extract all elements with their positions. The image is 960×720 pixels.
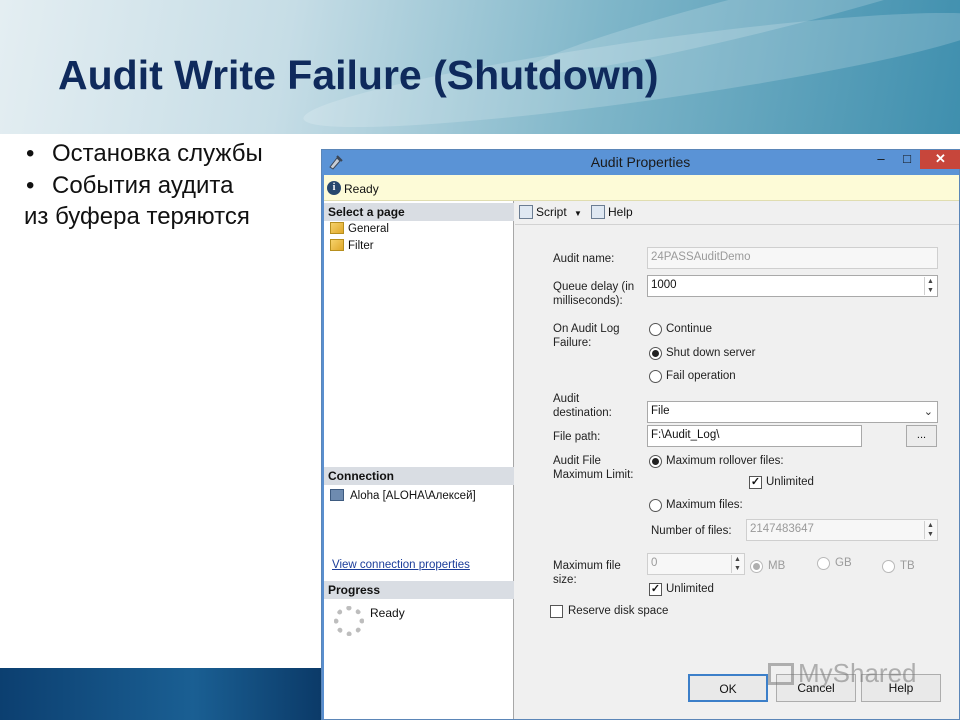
unlimited-checkbox[interactable]: ✓ <box>749 476 762 489</box>
toolbar: Script ▼ Help <box>515 201 959 225</box>
continue-radio[interactable] <box>649 323 662 336</box>
view-connection-properties-link[interactable]: View connection properties <box>332 559 470 571</box>
gb-label: GB <box>835 557 852 569</box>
max-rollover-label: Maximum rollover files: <box>666 455 784 467</box>
info-icon: i <box>327 181 341 195</box>
status-strip: i Ready <box>324 175 959 201</box>
gb-radio[interactable] <box>817 557 830 570</box>
audit-name-label: Audit name: <box>553 253 615 265</box>
ok-button[interactable]: OK <box>688 674 768 702</box>
file-path-label: File path: <box>553 431 601 443</box>
tb-radio[interactable] <box>882 560 895 573</box>
num-files-label: Number of files: <box>651 525 732 537</box>
destination-label-2: destination: <box>553 407 612 419</box>
fail-operation-radio[interactable] <box>649 370 662 383</box>
dialog-body: i Ready Select a page General Filter Con… <box>324 175 959 719</box>
reserve-disk-checkbox[interactable] <box>550 605 563 618</box>
max-size-label: Maximum file <box>553 560 621 572</box>
audit-name-field[interactable]: 24PASSAuditDemo <box>647 247 938 269</box>
chevron-down-icon: ⌄ <box>923 406 933 418</box>
on-failure-label-2: Failure: <box>553 337 592 349</box>
slide-title: Audit Write Failure (Shutdown) <box>58 52 659 98</box>
destination-label: Audit <box>553 393 580 405</box>
page-label: Filter <box>348 240 374 252</box>
reserve-disk-label: Reserve disk space <box>568 605 669 617</box>
page-label: General <box>348 223 389 235</box>
queue-delay-label: Queue delay (in <box>553 281 635 293</box>
help-label: Help <box>608 205 633 219</box>
server-icon <box>330 489 344 501</box>
audit-properties-dialog: Audit Properties – □ ✕ i Ready Select a … <box>321 149 960 720</box>
help-toolbar-button[interactable]: Help <box>591 205 633 219</box>
page-icon <box>330 239 344 251</box>
dialog-titlebar[interactable]: Audit Properties – □ ✕ <box>322 150 960 175</box>
browse-button[interactable]: ... <box>906 425 937 447</box>
bullet-continuation: из буфера теряются <box>24 203 250 230</box>
page-item-filter[interactable]: Filter <box>330 238 374 254</box>
unlimited-label: Unlimited <box>766 476 814 488</box>
mb-label: MB <box>768 560 786 572</box>
spinner-arrows-icon[interactable]: ▲ ▼ <box>924 277 936 295</box>
select-page-header: Select a page <box>324 203 514 221</box>
progress-header: Progress <box>324 581 514 599</box>
mb-radio[interactable] <box>750 560 763 573</box>
script-label: Script <box>536 205 567 219</box>
max-files-radio[interactable] <box>649 499 662 512</box>
size-unlimited-checkbox[interactable]: ✓ <box>649 583 662 596</box>
max-size-field[interactable]: 0 ▲ ▼ <box>647 553 745 575</box>
shutdown-server-label: Shut down server <box>666 347 756 359</box>
fail-operation-label: Fail operation <box>666 370 736 382</box>
max-size-value: 0 <box>651 557 658 569</box>
num-files-value: 2147483647 <box>750 523 814 535</box>
progress-spinner-icon <box>334 606 364 636</box>
close-button[interactable]: ✕ <box>920 150 960 169</box>
continue-label: Continue <box>666 323 713 335</box>
help-icon <box>591 205 605 219</box>
progress-status: Ready <box>370 606 405 620</box>
max-size-label-2: size: <box>553 574 577 586</box>
connection-label: Aloha [ALOHA\Алексей] <box>350 490 476 502</box>
page-item-general[interactable]: General <box>330 221 389 237</box>
slide-bullets: Остановка службы События аудита из буфер… <box>24 138 314 233</box>
max-rollover-radio[interactable] <box>649 455 662 468</box>
connection-header: Connection <box>324 467 514 485</box>
watermark: MyShared <box>768 658 917 689</box>
queue-delay-value: 1000 <box>651 279 677 291</box>
queue-delay-field[interactable]: 1000 ▲ ▼ <box>647 275 938 297</box>
page-icon <box>330 222 344 234</box>
shutdown-server-radio[interactable] <box>649 347 662 360</box>
spinner-arrows-icon[interactable]: ▲ ▼ <box>731 555 743 573</box>
maximize-button[interactable]: □ <box>894 150 920 169</box>
max-limit-label: Audit File <box>553 455 601 467</box>
minimize-button[interactable]: – <box>868 150 894 169</box>
script-button[interactable]: Script ▼ <box>519 205 582 219</box>
destination-value: File <box>651 405 670 417</box>
spinner-arrows-icon[interactable]: ▲ ▼ <box>924 521 936 539</box>
max-files-label: Maximum files: <box>666 499 743 511</box>
left-pane: Select a page General Filter Connection … <box>324 201 514 719</box>
dialog-title: Audit Properties <box>590 154 691 170</box>
slide-footer-band <box>0 668 322 720</box>
watermark-text: MyShared <box>798 658 917 688</box>
connection-item: Aloha [ALOHA\Алексей] <box>330 489 476 502</box>
bullet-item: События аудита <box>24 170 314 202</box>
watermark-logo-icon <box>768 663 794 685</box>
chevron-down-icon: ▼ <box>574 209 582 218</box>
num-files-field[interactable]: 2147483647 ▲ ▼ <box>746 519 938 541</box>
bullet-item: Остановка службы <box>24 138 314 170</box>
destination-select[interactable]: File ⌄ <box>647 401 938 423</box>
max-limit-label-2: Maximum Limit: <box>553 469 634 481</box>
general-page: Script ▼ Help Audit name: 24PASSAuditDem… <box>515 201 959 719</box>
script-icon <box>519 205 533 219</box>
file-path-field[interactable]: F:\Audit_Log\ <box>647 425 862 447</box>
on-failure-label: On Audit Log <box>553 323 620 335</box>
queue-delay-label-2: milliseconds): <box>553 295 623 307</box>
tb-label: TB <box>900 560 915 572</box>
status-text: Ready <box>344 182 379 196</box>
size-unlimited-label: Unlimited <box>666 583 714 595</box>
